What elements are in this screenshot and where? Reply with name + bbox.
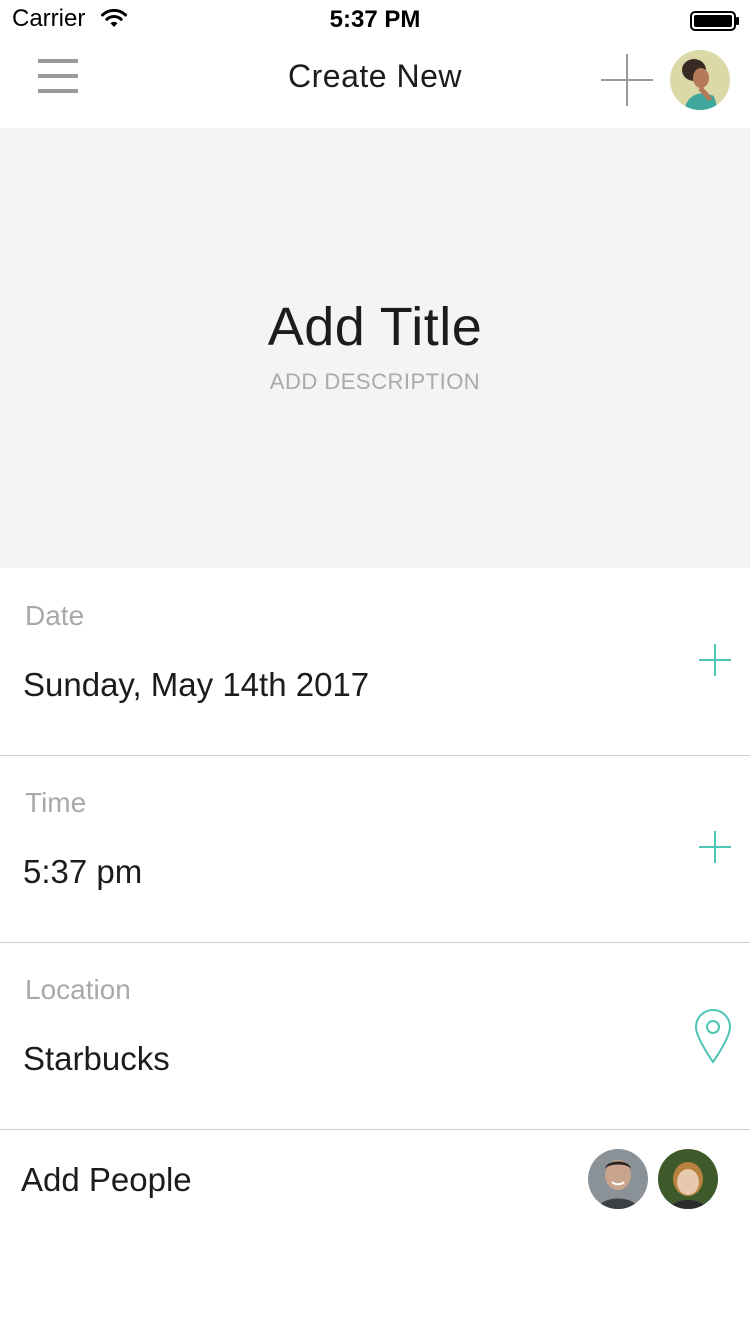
- date-row[interactable]: Date Sunday, May 14th 2017: [0, 568, 750, 756]
- event-description-input[interactable]: ADD DESCRIPTION: [0, 369, 750, 395]
- avatar-image: [670, 50, 730, 110]
- time-row[interactable]: Time 5:37 pm: [0, 755, 750, 943]
- create-new-screen: Carrier 5:37 PM Create New Add Title ADD…: [0, 0, 750, 1334]
- add-people-label: Add People: [21, 1161, 192, 1198]
- person-avatar-1[interactable]: [588, 1149, 648, 1209]
- person-avatar-1-image: [588, 1149, 648, 1209]
- location-label: Location: [25, 974, 131, 1005]
- add-people-row[interactable]: Add People: [0, 1129, 750, 1233]
- date-plus-icon[interactable]: [697, 642, 733, 678]
- status-time: 5:37 PM: [329, 6, 421, 33]
- date-label: Date: [25, 600, 85, 631]
- time-label: Time: [25, 787, 87, 818]
- time-plus-icon[interactable]: [697, 829, 733, 865]
- person-avatar-2-image: [658, 1149, 718, 1209]
- date-value: Sunday, May 14th 2017: [23, 666, 370, 703]
- user-avatar[interactable]: [670, 50, 730, 110]
- title-area[interactable]: Add Title ADD DESCRIPTION: [0, 128, 750, 568]
- location-value: Starbucks: [23, 1040, 170, 1077]
- navigation-bar: Create New: [0, 40, 750, 128]
- event-title-input[interactable]: Add Title: [0, 296, 750, 358]
- status-bar: Carrier 5:37 PM: [0, 0, 750, 40]
- add-plus-icon[interactable]: [599, 52, 655, 108]
- battery-icon: [690, 11, 739, 31]
- location-row[interactable]: Location Starbucks: [0, 942, 750, 1130]
- person-avatar-2[interactable]: [658, 1149, 718, 1209]
- map-pin-icon[interactable]: [694, 1008, 732, 1064]
- time-value: 5:37 pm: [23, 853, 143, 890]
